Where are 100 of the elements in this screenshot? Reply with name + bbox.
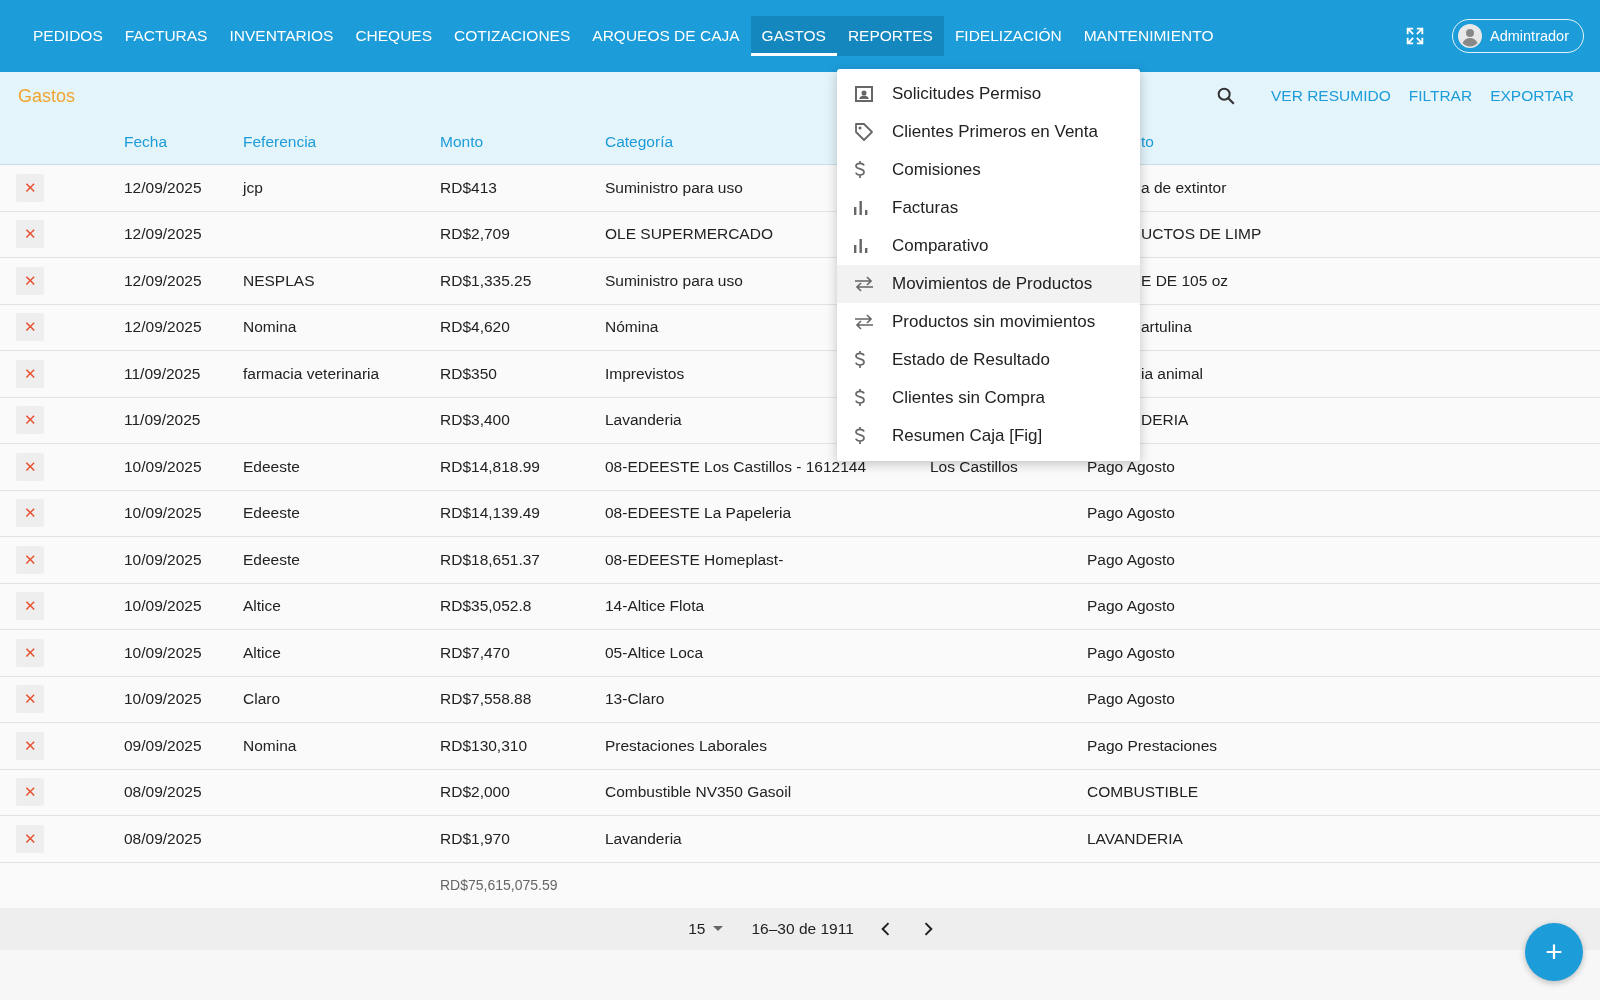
fullscreen-icon[interactable] [1404, 25, 1426, 47]
table-cell: RD$14,818.99 [440, 457, 540, 475]
table-cell: RD$1,970 [440, 829, 510, 847]
nav-tab[interactable]: FIDELIZACIÓN [943, 16, 1073, 56]
table-cell: 13-Claro [605, 690, 665, 708]
caret-icon [713, 926, 724, 932]
table-cell: Pago Agosto [1087, 690, 1175, 708]
dollar-icon [854, 388, 866, 408]
table-cell: Suministro para uso [605, 271, 743, 289]
nav-tab[interactable]: MANTENIMIENTO [1072, 16, 1225, 56]
table-cell: 09/09/2025 [124, 736, 202, 754]
table-cell: Nómina [605, 318, 659, 336]
dollar-icon [854, 426, 866, 446]
column-header[interactable]: Categoría [605, 133, 674, 150]
table-cell: a de extintor [1141, 178, 1227, 197]
menu-item[interactable]: Clientes sin Compra [837, 379, 1140, 417]
delete-button[interactable]: ✕ [16, 452, 44, 481]
delete-button[interactable]: ✕ [16, 499, 44, 528]
table-cell: 08/09/2025 [124, 829, 202, 847]
menu-item[interactable]: Comisiones [837, 151, 1140, 189]
add-button[interactable]: + [1525, 923, 1583, 981]
delete-button[interactable]: ✕ [16, 220, 44, 249]
nav-tab[interactable]: COTIZACIONES [443, 16, 582, 56]
table-cell: 10/09/2025 [124, 550, 202, 568]
table-cell: 12/09/2025 [124, 178, 202, 196]
menu-item[interactable]: Movimientos de Productos [837, 265, 1140, 303]
table-cell: 08-EDEESTE Los Castillos - 1612144 [605, 457, 867, 475]
table-cell: Edeeste [243, 504, 300, 522]
search-icon[interactable] [1215, 85, 1237, 107]
nav-tab[interactable]: FACTURAS [113, 16, 219, 56]
table-cell: Claro [243, 690, 281, 708]
table-cell: Pago Agosto [1087, 550, 1175, 568]
table-cell: 10/09/2025 [124, 643, 202, 661]
table-cell: RD$7,470 [440, 643, 510, 661]
nav-tab[interactable]: INVENTARIOS [218, 16, 345, 56]
menu-item[interactable]: Estado de Resultado [837, 341, 1140, 379]
table-cell: OLE SUPERMERCADO [605, 225, 773, 243]
delete-button[interactable]: ✕ [16, 266, 44, 295]
nav-tab[interactable]: REPORTES [836, 16, 944, 56]
delete-button[interactable]: ✕ [16, 824, 44, 853]
nav-tab[interactable]: GASTOS [750, 16, 837, 56]
bar-chart-icon [854, 201, 868, 215]
table-cell: 11/09/2025 [124, 411, 201, 429]
table-cell: Edeeste [243, 457, 300, 475]
table-cell: Imprevistos [605, 364, 685, 382]
table-cell: Prestaciones Laborales [605, 736, 767, 754]
table-cell: RD$413 [440, 178, 497, 196]
toolbar-link[interactable]: FILTRAR [1408, 87, 1473, 105]
delete-button[interactable]: ✕ [16, 685, 44, 714]
table-cell: 05-Altice Loca [605, 643, 704, 661]
delete-button[interactable]: ✕ [16, 545, 44, 574]
table-cell: RD$3,400 [440, 411, 510, 429]
toolbar-link[interactable]: EXPORTAR [1490, 87, 1574, 105]
nav-tab[interactable]: ARQUEOS DE CAJA [581, 16, 751, 56]
delete-button[interactable]: ✕ [16, 359, 44, 388]
column-header[interactable]: to [1141, 133, 1154, 151]
delete-button[interactable]: ✕ [16, 638, 44, 667]
table-cell: RD$2,000 [440, 783, 510, 801]
page-size-dropdown[interactable]: 15 [682, 919, 730, 939]
menu-item[interactable]: Facturas [837, 189, 1140, 227]
table-cell: Pago Agosto [1087, 643, 1175, 661]
table-cell: Los Castillos [930, 457, 1018, 475]
dollar-icon [854, 350, 866, 370]
table-cell: 10/09/2025 [124, 457, 202, 475]
nav-tab[interactable]: CHEQUES [344, 16, 444, 56]
menu-item[interactable]: Clientes Primeros en Venta [837, 113, 1140, 151]
delete-button[interactable]: ✕ [16, 592, 44, 621]
person-card-icon [854, 85, 874, 103]
table-cell: Combustible NV350 Gasoil [605, 783, 792, 801]
table-cell: Lavanderia [605, 411, 682, 429]
tag-icon [854, 122, 874, 142]
delete-button[interactable]: ✕ [16, 731, 44, 760]
table-cell: RD$7,558.88 [440, 690, 532, 708]
column-header[interactable]: Fecha [124, 133, 168, 150]
column-header[interactable]: Feferencia [243, 133, 317, 150]
table-cell: DERIA [1141, 411, 1189, 430]
table-cell: RD$350 [440, 364, 497, 382]
delete-button[interactable]: ✕ [16, 173, 44, 202]
table-cell: 08-EDEESTE La Papeleria [605, 504, 792, 522]
avatar-icon [1458, 24, 1482, 48]
menu-item[interactable]: Productos sin movimientos [837, 303, 1140, 341]
table-cell: 12/09/2025 [124, 318, 202, 336]
swap-arrows-icon [854, 314, 874, 330]
table-cell: 11/09/2025 [124, 364, 201, 382]
table-cell: RD$18,651.37 [440, 550, 540, 568]
menu-item[interactable]: Comparativo [837, 227, 1140, 265]
menu-item[interactable]: Resumen Caja [Fig] [837, 417, 1140, 455]
delete-button[interactable]: ✕ [16, 778, 44, 807]
table-cell: RD$35,052.8 [440, 597, 532, 615]
delete-button[interactable]: ✕ [16, 313, 44, 342]
table-cell: RD$14,139.49 [440, 504, 540, 522]
nav-tab[interactable]: PEDIDOS [22, 16, 114, 56]
delete-button[interactable]: ✕ [16, 406, 44, 435]
table-cell: UCTOS DE LIMP [1141, 225, 1262, 244]
table-cell: LAVANDERIA [1087, 829, 1183, 847]
table-cell: Suministro para uso [605, 178, 743, 196]
table-cell: artulina [1141, 318, 1192, 337]
menu-item[interactable]: Solicitudes Permiso [837, 75, 1140, 113]
toolbar-link[interactable]: VER RESUMIDO [1271, 87, 1391, 105]
column-header[interactable]: Monto [440, 133, 484, 150]
